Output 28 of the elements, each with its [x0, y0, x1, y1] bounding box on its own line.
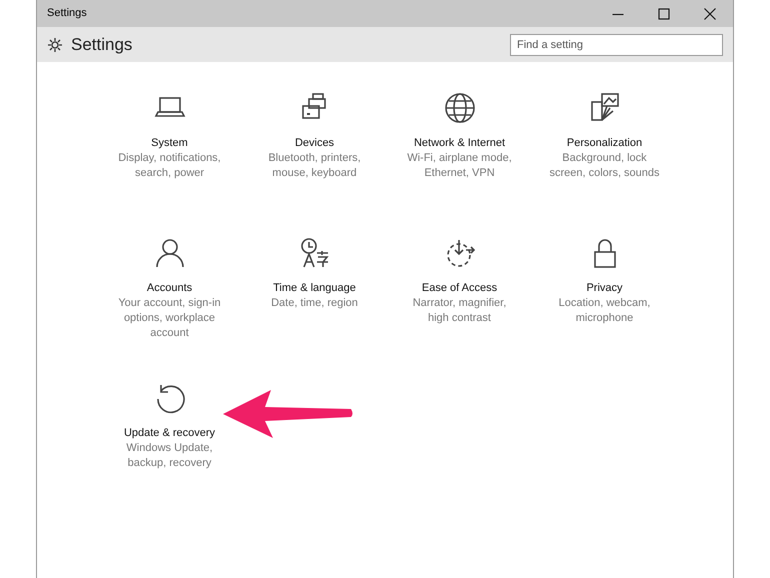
person-icon — [154, 237, 186, 269]
category-description: Location, webcam, microphone — [558, 296, 652, 326]
page-title: Settings — [71, 34, 132, 56]
category-title[interactable]: Network & Internet — [414, 136, 506, 151]
maximize-icon — [658, 8, 670, 20]
category-title[interactable]: Privacy — [586, 281, 623, 296]
category-title[interactable]: System — [151, 136, 188, 151]
category-description: Your account, sign-in options, workplace account — [117, 296, 222, 341]
category-title[interactable]: Devices — [294, 136, 334, 151]
category-title[interactable]: Update & recovery — [124, 426, 216, 441]
category-description: Display, notifications, search, power — [117, 151, 222, 181]
category-description: Date, time, region — [270, 296, 359, 311]
category-description: Bluetooth, printers, mouse, keyboard — [267, 151, 362, 181]
picture-frames-icon — [588, 92, 620, 124]
gear-icon — [47, 36, 63, 52]
category-description: Narrator, magnifier, high contrast — [412, 296, 508, 326]
category-title[interactable]: Accounts — [146, 281, 192, 296]
globe-icon — [444, 92, 476, 124]
close-icon — [704, 8, 716, 20]
category-description: Windows Update, backup, recovery — [125, 441, 214, 471]
search-field[interactable]: Find a setting — [510, 34, 723, 56]
category-title[interactable]: Ease of Access — [422, 281, 498, 296]
category-title[interactable]: Time & language — [273, 281, 356, 296]
category-description: Background, lock screen, colors, sounds — [548, 151, 661, 181]
category-title[interactable]: Personalization — [566, 136, 642, 151]
category-description: Wi-Fi, airplane mode, Ethernet, VPN — [406, 151, 513, 181]
window-title: Settings — [47, 6, 87, 22]
clock-language-icon — [298, 237, 330, 269]
